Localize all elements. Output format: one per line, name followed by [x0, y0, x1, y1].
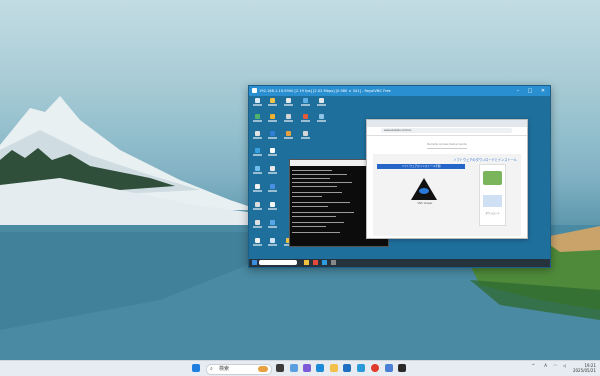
browser-banner: ソフトウェアのインストール手順: [377, 164, 465, 169]
remote-desktop-icon[interactable]: [317, 114, 326, 127]
browser-heading: ソフトウェアのダウンロードとインストール: [453, 158, 517, 162]
close-button[interactable]: ✕: [537, 86, 549, 96]
browser-address-bar[interactable]: www.example.com/vnc: [381, 128, 512, 133]
remote-desktop-icon[interactable]: [253, 98, 262, 111]
remote-desktop-icon[interactable]: [253, 131, 262, 144]
widgets-icon[interactable]: [290, 364, 298, 372]
search-placeholder: 検索: [219, 366, 230, 372]
file-explorer-icon[interactable]: [330, 364, 338, 372]
side-note[interactable]: ダウンロード: [480, 211, 505, 215]
browser-content: ソフトウェアのダウンロードとインストール ソフトウェアのインストール手順 VNC…: [373, 154, 521, 236]
remote-desktop-icon[interactable]: [284, 131, 293, 144]
remote-desktop-icon[interactable]: [268, 148, 277, 161]
remote-desktop-icon[interactable]: [253, 166, 262, 179]
remote-viewer-window[interactable]: 192.168.1.10:5900 [2.19 fps] [2.02 Mbps]…: [248, 85, 551, 268]
clock[interactable]: 19:21 2025/05/21: [568, 363, 596, 373]
clock-date: 2025/05/21: [572, 368, 596, 373]
app-icon[interactable]: [385, 364, 393, 372]
side-image: [483, 195, 502, 207]
remote-desktop-icon[interactable]: [317, 98, 326, 111]
app-logo-eye-icon: [419, 188, 429, 194]
remote-desktop-icon[interactable]: [253, 220, 262, 233]
frog-image-icon: [483, 171, 502, 185]
taskbar-search[interactable]: ⌕ 検索: [206, 364, 272, 375]
wifi-icon[interactable]: ◠: [549, 363, 558, 368]
chrome-icon[interactable]: [371, 364, 379, 372]
remote-desktop-icon[interactable]: [268, 184, 277, 197]
remote-browser-window[interactable]: www.example.com/vnc Remote Access Setup …: [366, 119, 528, 239]
remote-folder-icon[interactable]: [304, 260, 309, 265]
remote-desktop-icon[interactable]: [253, 202, 262, 215]
remote-desktop-icon[interactable]: [268, 98, 277, 111]
remote-desktop-icon[interactable]: [268, 131, 277, 144]
remote-desktop-icon[interactable]: [268, 238, 277, 251]
remote-desktop-icon[interactable]: [268, 166, 277, 179]
remote-desktop-icon[interactable]: [268, 114, 277, 127]
task-view-icon[interactable]: [276, 364, 284, 372]
remote-app-icon[interactable]: [313, 260, 318, 265]
remote-viewer-titlebar[interactable]: 192.168.1.10:5900 [2.19 fps] [2.02 Mbps]…: [249, 86, 550, 96]
minimize-button[interactable]: –: [512, 86, 524, 96]
search-highlight-icon: [258, 366, 268, 372]
edge-icon[interactable]: [316, 364, 324, 372]
maximize-button[interactable]: □: [524, 86, 536, 96]
remote-search-box[interactable]: [259, 260, 297, 265]
start-button[interactable]: [192, 364, 200, 372]
remote-viewer-title: 192.168.1.10:5900 [2.19 fps] [2.02 Mbps]…: [259, 89, 391, 93]
remote-desktop-icon[interactable]: [301, 131, 310, 144]
chat-icon[interactable]: [303, 364, 311, 372]
ime-icon[interactable]: A: [537, 363, 547, 368]
remote-taskbar[interactable]: [249, 259, 550, 267]
taskbar: ⌕ 検索 ^ A ◠ ◁ 19:21 2025/05/21: [0, 360, 600, 376]
search-icon: ⌕: [210, 366, 213, 372]
system-tray-chevron-icon[interactable]: ^: [525, 363, 535, 368]
remote-terminal-icon[interactable]: [331, 260, 336, 265]
store-icon[interactable]: [357, 364, 365, 372]
remote-desktop-icon[interactable]: [253, 148, 262, 161]
mail-icon[interactable]: [343, 364, 351, 372]
remote-desktop-icon[interactable]: [253, 238, 262, 251]
browser-page-title: Remote Access Setup Guide: [427, 142, 467, 146]
remote-desktop-icon[interactable]: [284, 98, 293, 111]
remote-viewer-app-icon: [252, 88, 257, 93]
remote-desktop-icon[interactable]: [253, 184, 262, 197]
remote-desktop-icon[interactable]: [253, 114, 262, 127]
remote-viewer-taskbar-icon[interactable]: [398, 364, 406, 372]
remote-desktop-area[interactable]: www.example.com/vnc Remote Access Setup …: [249, 96, 550, 259]
remote-desktop-icon[interactable]: [268, 220, 277, 233]
remote-desktop-icon[interactable]: [284, 114, 293, 127]
remote-app-icon[interactable]: [322, 260, 327, 265]
remote-desktop-icon[interactable]: [301, 114, 310, 127]
volume-icon[interactable]: ◁: [558, 363, 566, 368]
remote-start-icon[interactable]: [252, 260, 257, 265]
browser-sidebar: ダウンロード: [479, 164, 506, 226]
remote-desktop-icon[interactable]: [268, 202, 277, 215]
browser-caption: VNC Viewer: [417, 202, 433, 205]
remote-desktop-icon[interactable]: [301, 98, 310, 111]
browser-tab-strip[interactable]: [367, 120, 527, 127]
